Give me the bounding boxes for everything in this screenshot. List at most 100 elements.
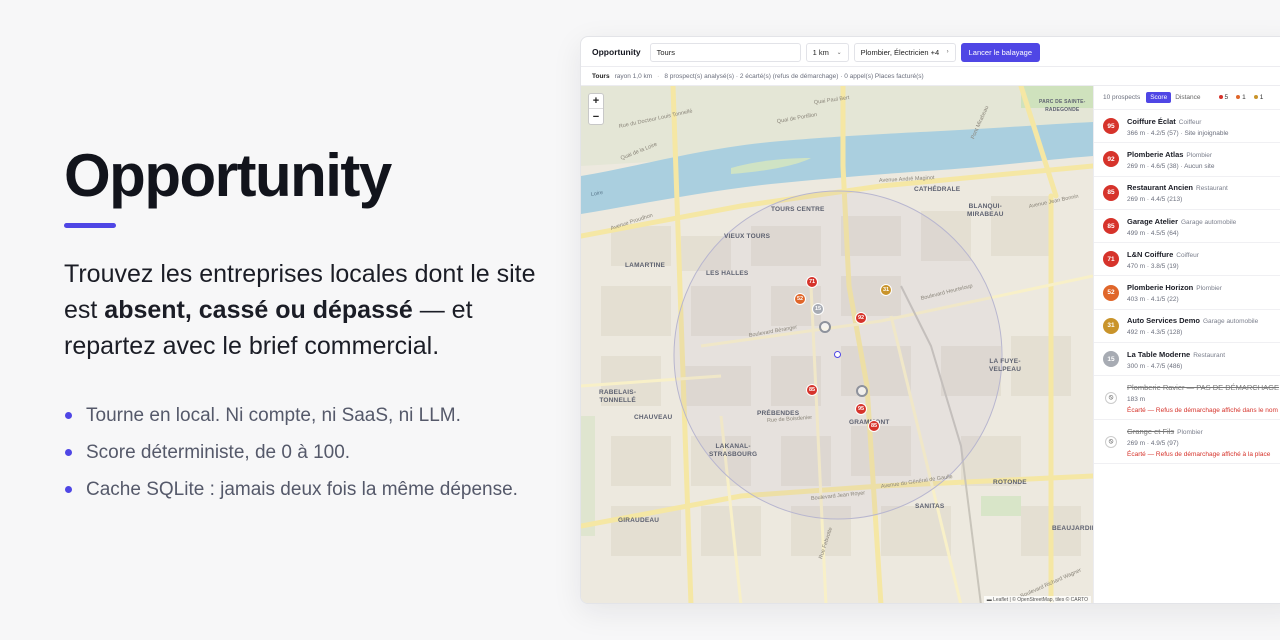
bullet-dot-icon	[65, 486, 72, 493]
prospect-category: Coiffeur	[1176, 251, 1199, 259]
score-badge: 85	[1103, 184, 1119, 201]
radius-value: 1 km	[812, 47, 829, 57]
zoom-in-button[interactable]: +	[589, 94, 603, 109]
prospect-name: La Table Moderne	[1127, 349, 1191, 359]
app-brand: Opportunity	[592, 47, 641, 57]
prospect-name: Plomberie Atlas	[1127, 149, 1184, 159]
feature-text: Tourne en local. Ni compte, ni SaaS, ni …	[86, 405, 461, 426]
tagline-emphasis: absent, cassé ou dépassé	[104, 296, 413, 324]
feature-item: Tourne en local. Ni compte, ni SaaS, ni …	[64, 397, 564, 434]
map-marker[interactable]: 52	[794, 293, 806, 305]
title-accent-bar	[64, 223, 116, 228]
place-label: LES HALLES	[706, 270, 749, 277]
score-badge: 15	[1103, 351, 1119, 368]
hero-title: Opportunity	[64, 142, 392, 209]
prospect-category: Plombier	[1177, 428, 1203, 436]
prospect-meta: 403 m · 4.1/5 (22)	[1127, 296, 1179, 304]
prospect-meta: 366 m · 4.2/5 (57) · Site injoignable	[1127, 129, 1229, 137]
prospect-row[interactable]: 31 Auto Services Demo Garage automobile 492…	[1094, 310, 1280, 344]
place-label: LA FUYE- VELPEAU	[989, 358, 1022, 373]
legend-item: 5	[1218, 94, 1228, 101]
status-bar: Tours rayon 1,0 km · 8 prospect(s) analy…	[581, 67, 1280, 86]
excluded-row[interactable]: ⦸ Plomberie Ravier — PAS DE DÉMARCHAGE 183…	[1094, 376, 1280, 421]
place-label: BEAUJARDIN	[1052, 525, 1093, 532]
exclusion-reason: Écarté — Refus de démarchage affiché à l…	[1127, 450, 1271, 458]
categories-value: Plombier, Électricien +4	[860, 47, 940, 57]
legend-count: 1	[1259, 94, 1264, 101]
map-tiles	[581, 86, 1093, 603]
search-center-icon	[834, 351, 841, 358]
legend-item: 1	[1236, 94, 1246, 101]
score-badge: 52	[1103, 284, 1119, 301]
prospect-category: Coiffeur	[1178, 118, 1202, 126]
excluded-row[interactable]: ⦸ Grange et Fils Plombier 269 m · 4.9/5 (97…	[1094, 420, 1280, 465]
prospect-row[interactable]: 85 Restaurant Ancien Restaurant 269 m · 4.4…	[1094, 177, 1280, 210]
status-radius: rayon 1,0 km	[614, 72, 653, 80]
bullet-dot-icon	[65, 449, 72, 456]
place-label: RABELAIS- TONNELLÉ	[599, 389, 637, 404]
map-marker[interactable]: 71	[806, 276, 818, 288]
map-marker[interactable]: 95	[855, 403, 867, 415]
prospect-panel: 10 prospects Score Distance 5 1 1 95 Coif…	[1093, 86, 1280, 603]
prospect-meta: 300 m · 4.7/5 (486)	[1127, 362, 1183, 370]
prospect-category: Restaurant	[1193, 351, 1226, 359]
hero-tagline: Trouvez les entreprises locales dont le …	[64, 256, 564, 364]
prospect-name: Coiffure Éclat	[1127, 116, 1176, 126]
prospect-meta: 183 m	[1127, 395, 1146, 403]
place-label: GIRAUDEAU	[618, 517, 660, 524]
zoom-out-button[interactable]: −	[589, 109, 603, 124]
prospect-category: Plombier	[1186, 151, 1213, 159]
prospect-name: Auto Services Demo	[1127, 316, 1200, 326]
place-label: BLANQUI- MIRABEAU	[967, 203, 1004, 218]
excluded-marker-icon[interactable]	[819, 321, 831, 333]
prospect-row[interactable]: 95 Coiffure Éclat Coiffeur 366 m · 4.2/5 (5…	[1094, 110, 1280, 144]
legend-count: 1	[1242, 94, 1246, 101]
sort-distance-button[interactable]: Distance	[1171, 92, 1204, 103]
categories-select[interactable]: Plombier, Électricien +4 ›	[853, 42, 956, 62]
legend-dot-icon	[1236, 95, 1241, 100]
excluded-marker-icon[interactable]	[856, 385, 868, 397]
place-label: CHAUVEAU	[634, 414, 673, 421]
map-marker[interactable]: 85	[868, 420, 880, 432]
map-marker[interactable]: 31	[880, 284, 892, 296]
place-label: CATHÉDRALE	[914, 186, 961, 193]
prospect-row[interactable]: 15 La Table Moderne Restaurant 300 m · 4.7/…	[1094, 343, 1280, 377]
prospect-row[interactable]: 71 L&N Coiffure Coiffeur 470 m · 3.8/5 (19)	[1094, 243, 1280, 277]
map-view[interactable]: + − TOURS CENTRE VIEUX TOURS LAMARTINE L…	[581, 86, 1093, 603]
score-badge: 95	[1103, 118, 1119, 135]
panel-header: 10 prospects Score Distance 5 1 1	[1094, 86, 1280, 110]
hero-section: Opportunity Trouvez les entreprises loca…	[64, 140, 564, 508]
legend-dot-icon	[1253, 95, 1258, 100]
score-badge: 71	[1103, 251, 1119, 268]
score-legend: 5 1 1	[1218, 94, 1264, 101]
status-separator: ·	[657, 72, 660, 80]
toolbar: Opportunity Tours 1 km ⌄ Plombier, Électr…	[581, 37, 1280, 67]
prospect-category: Restaurant	[1196, 185, 1228, 193]
place-label: PARC DE SAINTE- RADEGONDE	[1039, 99, 1086, 113]
map-attribution[interactable]: ▬ Leaflet | © OpenStreetMap, tiles © CAR…	[983, 596, 1091, 603]
place-label: VIEUX TOURS	[724, 233, 771, 240]
radius-select[interactable]: 1 km ⌄	[805, 42, 849, 62]
prospect-meta: 269 m · 4.4/5 (213)	[1127, 196, 1183, 204]
status-summary: 8 prospect(s) analysé(s) · 2 écarté(s) (…	[664, 72, 924, 80]
blocked-icon: ⦸	[1105, 435, 1117, 448]
map-marker[interactable]: 85	[806, 384, 818, 396]
prospect-row[interactable]: 85 Garage Atelier Garage automobile 499 m ·…	[1094, 210, 1280, 244]
sort-score-button[interactable]: Score	[1146, 92, 1172, 103]
prospect-row[interactable]: 52 Plomberie Horizon Plombier 403 m · 4.1/5…	[1094, 276, 1280, 310]
prospect-row[interactable]: 92 Plomberie Atlas Plombier 269 m · 4.6/5 (…	[1094, 143, 1280, 177]
prospect-name: Restaurant Ancien	[1127, 183, 1193, 193]
status-city: Tours	[592, 72, 610, 80]
prospect-name: Plomberie Ravier — PAS DE DÉMARCHAGE	[1127, 382, 1279, 392]
scan-button[interactable]: Lancer le balayage	[960, 42, 1041, 62]
feature-list: Tourne en local. Ni compte, ni SaaS, ni …	[64, 397, 564, 508]
map-marker[interactable]: 15	[812, 303, 824, 315]
map-marker[interactable]: 92	[855, 312, 867, 324]
prospect-name: L&N Coiffure	[1127, 249, 1174, 259]
prospect-name: Garage Atelier	[1127, 216, 1178, 226]
prospect-category: Garage automobile	[1202, 318, 1259, 326]
city-input[interactable]: Tours	[649, 42, 801, 62]
prospect-meta: 269 m · 4.6/5 (38) · Aucun site	[1127, 162, 1215, 170]
feature-item: Cache SQLite : jamais deux fois la même …	[64, 471, 564, 508]
feature-item: Score déterministe, de 0 à 100.	[64, 434, 564, 471]
